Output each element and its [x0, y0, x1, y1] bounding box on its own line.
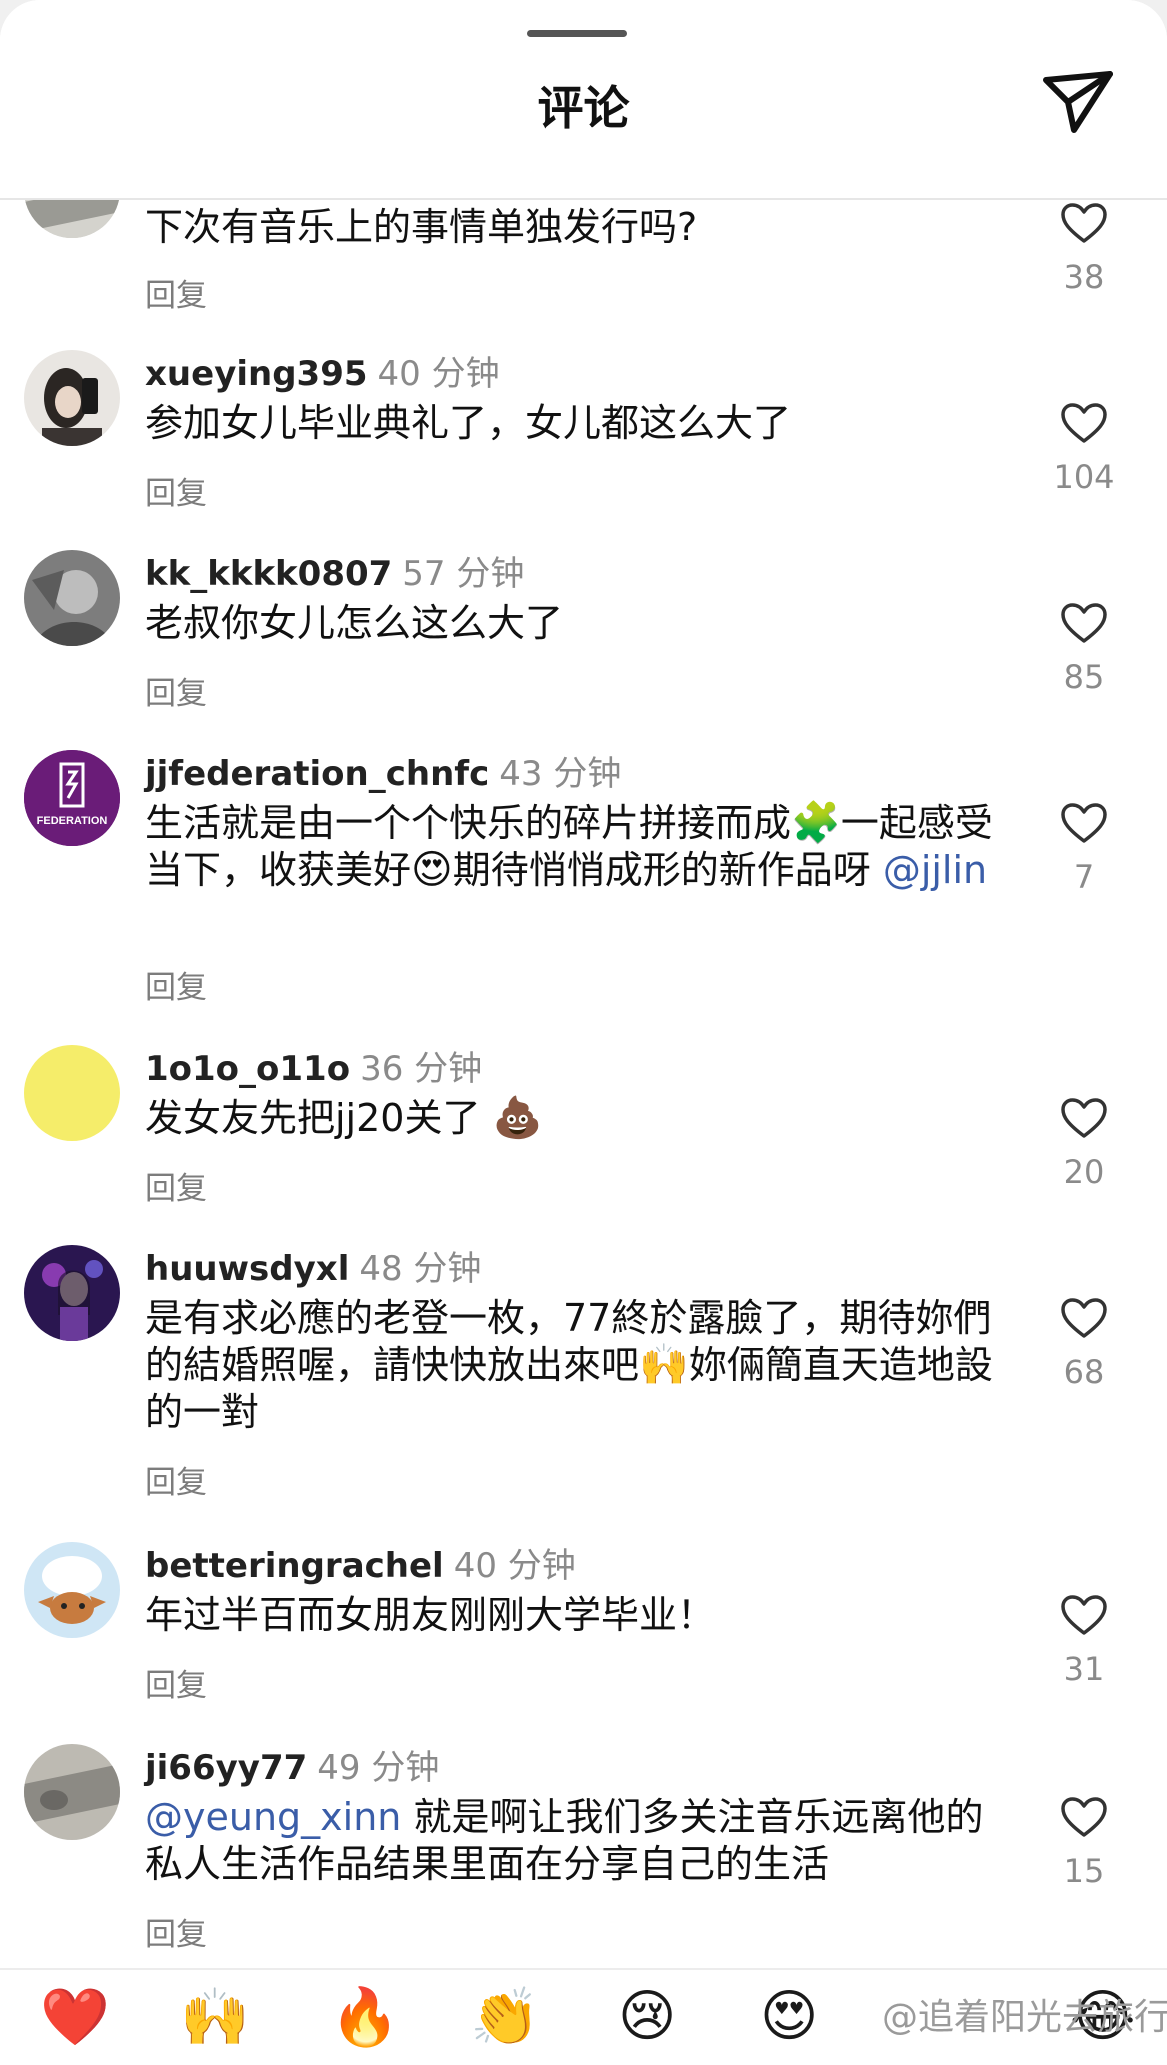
comment-text: 发女友先把jj20关了 💩 [145, 1095, 1015, 1142]
page-title: 评论 [537, 81, 630, 135]
clapping-hands-emoji-icon[interactable]: 👏 [470, 1984, 540, 2050]
like-count: 104 [1053, 458, 1115, 496]
timestamp: 43 分钟 [499, 754, 622, 794]
avatar[interactable] [24, 1245, 120, 1341]
raised-hands-emoji-icon[interactable]: 🙌 [180, 1984, 250, 2050]
username[interactable]: 1o1o_o11o [145, 1049, 350, 1089]
like-count: 68 [1063, 1353, 1105, 1391]
mention-link[interactable]: @yeung_xinn [145, 1795, 401, 1839]
heart-icon[interactable] [1060, 1097, 1108, 1139]
comment-text: 是有求必應的老登一枚，77終於露臉了，期待妳們的結婚照喔，請快快放出來吧🙌妳倆簡… [145, 1295, 1015, 1436]
reply-button[interactable]: 回复 [145, 668, 207, 713]
username[interactable]: betteringrachel [145, 1546, 444, 1586]
comment-text: 生活就是由一个个快乐的碎片拼接而成🧩一起感受当下，收获美好😍期待悄悄成形的新作品… [145, 800, 1015, 894]
fire-emoji-icon[interactable]: 🔥 [330, 1984, 400, 2050]
timestamp: 49 分钟 [317, 1748, 440, 1788]
puzzle-emoji-icon: 🧩 [791, 800, 841, 846]
share-icon[interactable] [1040, 68, 1116, 138]
like-control[interactable]: 68 [1044, 1297, 1124, 1391]
like-count: 15 [1063, 1852, 1105, 1890]
heart-icon[interactable] [1060, 1297, 1108, 1339]
heart-icon[interactable] [1060, 602, 1108, 644]
comment-text-part: 生活就是由一个个快乐的碎片拼接而成 [145, 801, 792, 845]
heart-eyes-emoji-icon[interactable]: 😍 [760, 1984, 818, 2049]
username[interactable]: xueying395 [145, 354, 368, 394]
reply-button[interactable]: 回复 [145, 1457, 207, 1502]
poop-emoji-icon: 💩 [492, 1095, 543, 1141]
reply-button[interactable]: 回复 [145, 270, 207, 315]
heart-icon[interactable] [1060, 802, 1108, 844]
reply-button[interactable]: 回复 [145, 962, 207, 1007]
like-count: 38 [1063, 258, 1105, 296]
crying-face-emoji-icon[interactable]: 😢 [618, 1984, 676, 2049]
like-control[interactable]: 15 [1044, 1796, 1124, 1890]
like-count: 20 [1063, 1153, 1105, 1191]
comment-text: @yeung_xinn 就是啊让我们多关注音乐远离他的私人生活作品结果里面在分享… [145, 1794, 1015, 1888]
heart-icon[interactable] [1060, 1796, 1108, 1838]
username[interactable]: jjfederation_chnfc [145, 754, 489, 794]
heart-icon[interactable] [1060, 1594, 1108, 1636]
reply-button[interactable]: 回复 [145, 1660, 207, 1705]
comment-list[interactable]: 下次有音乐上的事情单独发行吗? 回复 38 xueying395 40 分钟 参加… [0, 200, 1167, 1965]
avatar[interactable] [24, 200, 120, 238]
comment-text: 下次有音乐上的事情单独发行吗? [145, 205, 698, 249]
heart-icon[interactable] [1060, 402, 1108, 444]
comment-text: 参加女儿毕业典礼了，女儿都这么大了 [145, 401, 792, 445]
avatar[interactable] [24, 350, 120, 446]
timestamp: 36 分钟 [360, 1049, 483, 1089]
timestamp: 40 分钟 [377, 354, 500, 394]
like-count: 31 [1063, 1650, 1105, 1688]
avatar[interactable] [24, 1744, 120, 1840]
comment-text: 年过半百而女朋友刚刚大学毕业！ [145, 1593, 716, 1637]
heart-icon[interactable] [1060, 202, 1108, 244]
reply-button[interactable]: 回复 [145, 468, 207, 513]
comment-text: 老叔你女儿怎么这么大了 [145, 601, 564, 645]
reply-button[interactable]: 回复 [145, 1163, 207, 1208]
red-heart-emoji-icon[interactable]: ❤️ [40, 1984, 110, 2050]
timestamp: 48 分钟 [359, 1249, 482, 1289]
timestamp: 57 分钟 [402, 554, 525, 594]
avatar[interactable] [24, 1045, 120, 1141]
emoji-reaction-bar: ❤️ 🙌 🔥 👏 😢 😍 😂 @追着阳光去旅行呀 [0, 1968, 1167, 2065]
drag-handle[interactable] [527, 30, 627, 37]
avatar[interactable]: FEDERATION [24, 750, 120, 846]
sheet-header: 评论 [0, 0, 1167, 200]
username[interactable]: ji66yy77 [145, 1748, 307, 1788]
username[interactable]: huuwsdyxl [145, 1249, 349, 1289]
heart-eyes-emoji-icon: 😍 [411, 847, 453, 893]
like-control[interactable]: 7 [1044, 802, 1124, 896]
raised-hands-emoji-icon: 🙌 [639, 1342, 689, 1388]
mention-link[interactable]: @jjlin [883, 848, 987, 892]
avatar[interactable] [24, 1542, 120, 1638]
like-control[interactable]: 31 [1044, 1594, 1124, 1688]
comments-sheet: 评论 下次有音乐上的事情单独发行吗? 回复 38 xueying395 40 分… [0, 0, 1167, 2065]
watermark: @追着阳光去旅行呀 [882, 1997, 1167, 2038]
like-control[interactable]: 20 [1044, 1097, 1124, 1191]
like-control[interactable]: 38 [1044, 202, 1124, 296]
username[interactable]: kk_kkkk0807 [145, 554, 392, 594]
comment-text-part: 发女友先把jj20关了 [145, 1096, 481, 1140]
avatar[interactable] [24, 550, 120, 646]
like-count: 85 [1063, 658, 1105, 696]
reply-button[interactable]: 回复 [145, 1909, 207, 1954]
comment-text-part: 期待悄悄成形的新作品呀 [452, 848, 883, 892]
avatar-logo-text: FEDERATION [37, 815, 108, 827]
like-control[interactable]: 104 [1044, 402, 1124, 496]
like-count: 7 [1073, 858, 1095, 896]
like-control[interactable]: 85 [1044, 602, 1124, 696]
timestamp: 40 分钟 [453, 1546, 576, 1586]
